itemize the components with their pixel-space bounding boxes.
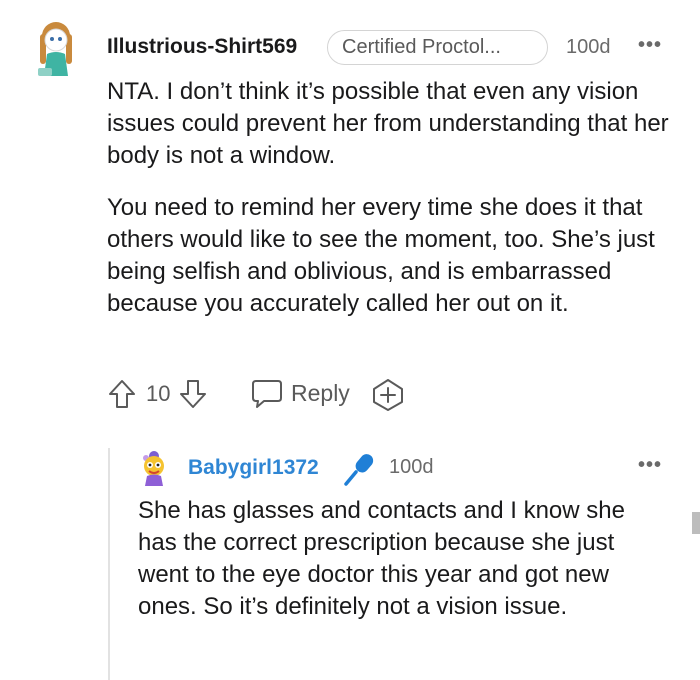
comment-paragraph: You need to remind her every time she do… xyxy=(107,194,655,317)
scroll-handle[interactable] xyxy=(692,512,700,534)
comment-paragraph: NTA. I don’t think it’s possible that ev… xyxy=(107,78,669,169)
reply-user-avatar[interactable] xyxy=(138,449,170,487)
user-flair-badge: Certified Proctol... xyxy=(327,30,548,65)
comment-timestamp: 100d xyxy=(566,36,611,58)
reply-username[interactable]: Babygirl1372 xyxy=(188,456,319,480)
speech-bubble-icon[interactable] xyxy=(250,378,284,410)
more-options-icon[interactable]: ••• xyxy=(638,34,662,57)
reply-button[interactable]: Reply xyxy=(291,380,350,407)
comment-body: NTA. I don’t think it’s possible that ev… xyxy=(107,76,682,320)
reply-timestamp: 100d xyxy=(389,456,434,478)
comment-username[interactable]: Illustrious-Shirt569 xyxy=(107,35,297,59)
thread-line[interactable] xyxy=(108,448,110,680)
downvote-arrow-icon[interactable] xyxy=(178,378,208,410)
add-award-icon[interactable] xyxy=(371,378,405,412)
upvote-arrow-icon[interactable] xyxy=(107,378,137,410)
vote-count: 10 xyxy=(146,381,171,406)
reply-more-options-icon[interactable]: ••• xyxy=(638,454,662,477)
microphone-icon xyxy=(344,454,374,486)
reply-body: She has glasses and contacts and I know … xyxy=(138,497,625,620)
user-avatar[interactable] xyxy=(30,20,82,78)
